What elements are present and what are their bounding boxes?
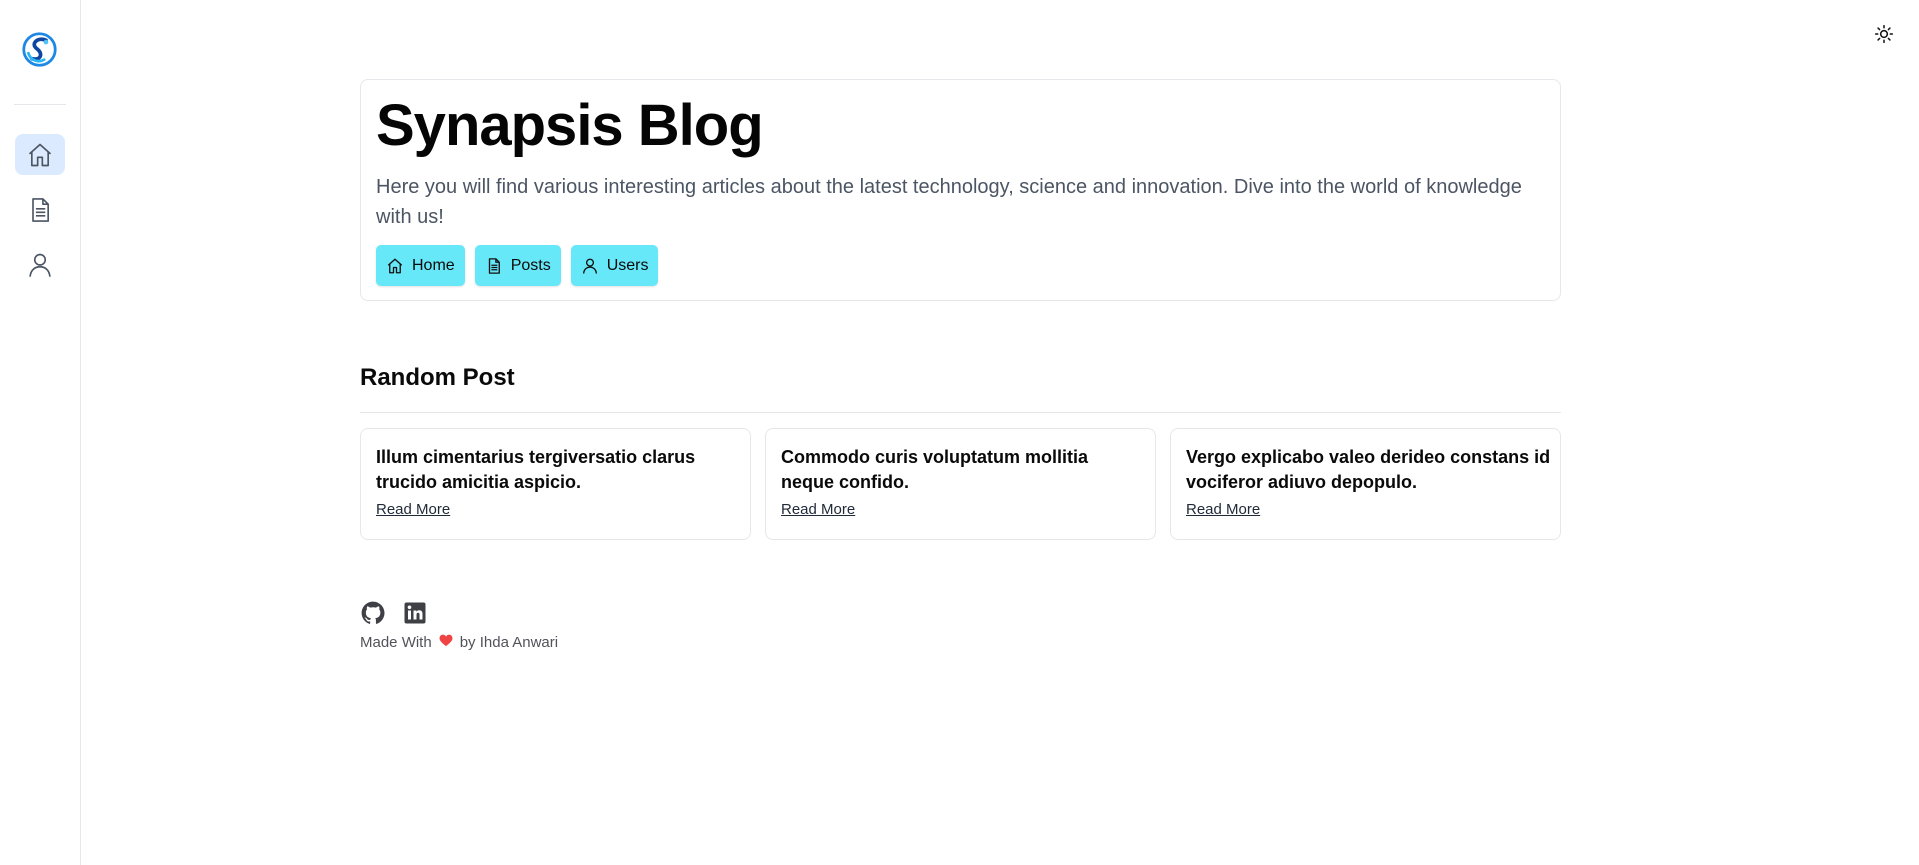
post-card: Illum cimentarius tergiversatio clarus t… — [360, 428, 751, 540]
sidebar-item-home[interactable] — [15, 134, 65, 175]
social-links — [360, 600, 428, 626]
hero-card: Synapsis Blog Here you will find various… — [360, 79, 1561, 301]
posts-button-label: Posts — [510, 256, 551, 274]
home-button[interactable]: Home — [376, 245, 465, 286]
post-title: Commodo curis voluptatum mollitia neque … — [781, 447, 1089, 492]
user-icon — [582, 258, 597, 274]
section-divider — [360, 412, 1561, 413]
synapsis-logo[interactable] — [21, 31, 58, 68]
read-more-link[interactable]: Read More — [376, 501, 450, 518]
posts-button[interactable]: Posts — [474, 245, 561, 286]
random-post-heading: Random Post — [360, 364, 515, 391]
sun-icon — [1874, 24, 1894, 44]
linkedin-icon — [404, 602, 426, 624]
post-card: Commodo curis voluptatum mollitia neque … — [765, 428, 1156, 540]
read-more-link[interactable]: Read More — [781, 501, 855, 518]
hero-nav-buttons: Home Posts Users — [376, 245, 659, 286]
hero-description: Here you will find various interesting a… — [376, 176, 1522, 228]
users-button[interactable]: Users — [570, 245, 659, 286]
heart-icon — [438, 632, 454, 653]
sidebar-divider — [14, 104, 66, 105]
user-icon — [29, 253, 51, 277]
sidebar-item-users[interactable] — [15, 244, 65, 285]
linkedin-link[interactable] — [402, 600, 428, 626]
home-icon — [387, 258, 403, 273]
post-title: Vergo explicabo valeo derideo constans i… — [1186, 447, 1551, 492]
footer-credit: Made With by Ihda Anwari — [360, 632, 558, 653]
theme-toggle-button[interactable] — [1872, 22, 1896, 46]
document-icon — [488, 257, 500, 274]
read-more-link[interactable]: Read More — [1186, 501, 1260, 518]
sidebar — [0, 0, 81, 865]
sidebar-item-posts[interactable] — [15, 189, 65, 230]
home-icon — [28, 143, 52, 166]
users-button-label: Users — [606, 256, 649, 274]
home-button-label: Home — [412, 256, 455, 274]
document-icon — [32, 197, 49, 222]
author-text: by Ihda Anwari — [459, 634, 559, 651]
post-card: Vergo explicabo valeo derideo constans i… — [1170, 428, 1561, 540]
made-with-text: Made With — [360, 634, 432, 651]
page-title: Synapsis Blog — [376, 93, 764, 158]
github-icon — [361, 601, 385, 624]
post-title: Illum cimentarius tergiversatio clarus t… — [376, 447, 696, 492]
github-link[interactable] — [360, 600, 386, 626]
